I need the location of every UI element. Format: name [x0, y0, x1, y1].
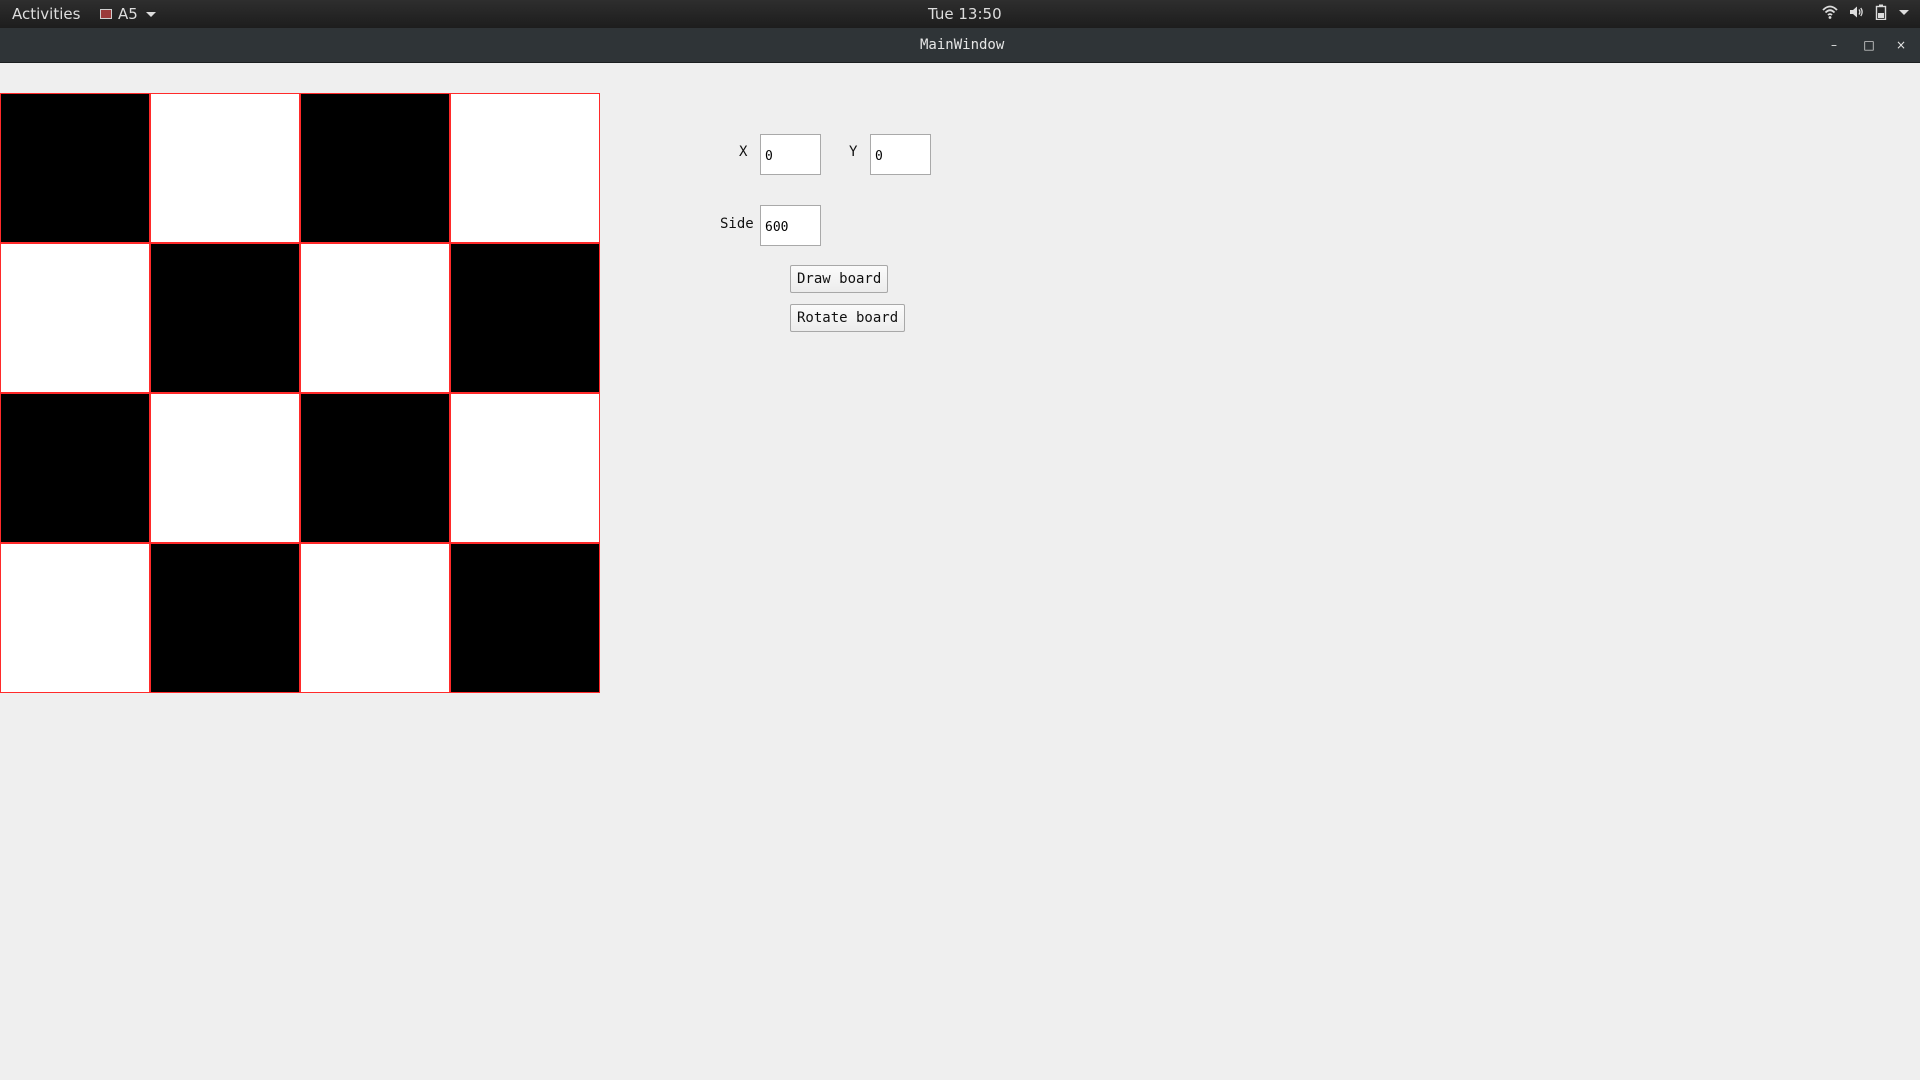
- minimize-button[interactable]: –: [1825, 36, 1843, 54]
- board-cell: [150, 543, 300, 693]
- chevron-down-icon[interactable]: [1898, 4, 1910, 20]
- window-titlebar[interactable]: MainWindow – □ ×: [0, 28, 1920, 63]
- checkerboard-canvas: [0, 93, 600, 693]
- board-cell: [150, 393, 300, 543]
- rotate-board-button[interactable]: Rotate board: [790, 304, 906, 332]
- board-cell: [0, 93, 150, 243]
- draw-board-button[interactable]: Draw board: [790, 265, 889, 293]
- board-cell: [300, 93, 450, 243]
- window-title: MainWindow: [920, 37, 1005, 53]
- wifi-icon[interactable]: [1822, 4, 1838, 20]
- volume-icon[interactable]: [1848, 4, 1864, 20]
- board-cell: [0, 393, 150, 543]
- maximize-button[interactable]: □: [1860, 36, 1878, 54]
- board-cell: [450, 93, 600, 243]
- board-cell: [0, 543, 150, 693]
- board-cell: [150, 93, 300, 243]
- chevron-down-icon: [145, 11, 156, 17]
- side-input[interactable]: [760, 205, 821, 246]
- battery-icon[interactable]: [1874, 4, 1888, 20]
- top-bar: Activities A5 Tue 13:50: [0, 0, 1920, 28]
- system-tray[interactable]: [1822, 4, 1910, 20]
- board-cell: [300, 393, 450, 543]
- main-window-content: X Y Side Draw board Rotate board: [0, 63, 1920, 1080]
- x-label: X: [739, 144, 748, 160]
- board-cell: [0, 243, 150, 393]
- x-input[interactable]: [760, 134, 821, 175]
- activities-button[interactable]: Activities: [12, 5, 80, 23]
- side-label: Side: [720, 216, 754, 232]
- y-input[interactable]: [870, 134, 931, 175]
- board-cell: [450, 543, 600, 693]
- board-cell: [150, 243, 300, 393]
- board-cell: [300, 543, 450, 693]
- board-cell: [450, 393, 600, 543]
- app-icon: [100, 9, 112, 19]
- app-menu-label: A5: [118, 5, 138, 23]
- board-cell: [300, 243, 450, 393]
- board-cell: [450, 243, 600, 393]
- y-label: Y: [849, 144, 858, 160]
- close-button[interactable]: ×: [1892, 36, 1910, 54]
- clock[interactable]: Tue 13:50: [928, 5, 1002, 23]
- app-menu[interactable]: A5: [100, 5, 156, 23]
